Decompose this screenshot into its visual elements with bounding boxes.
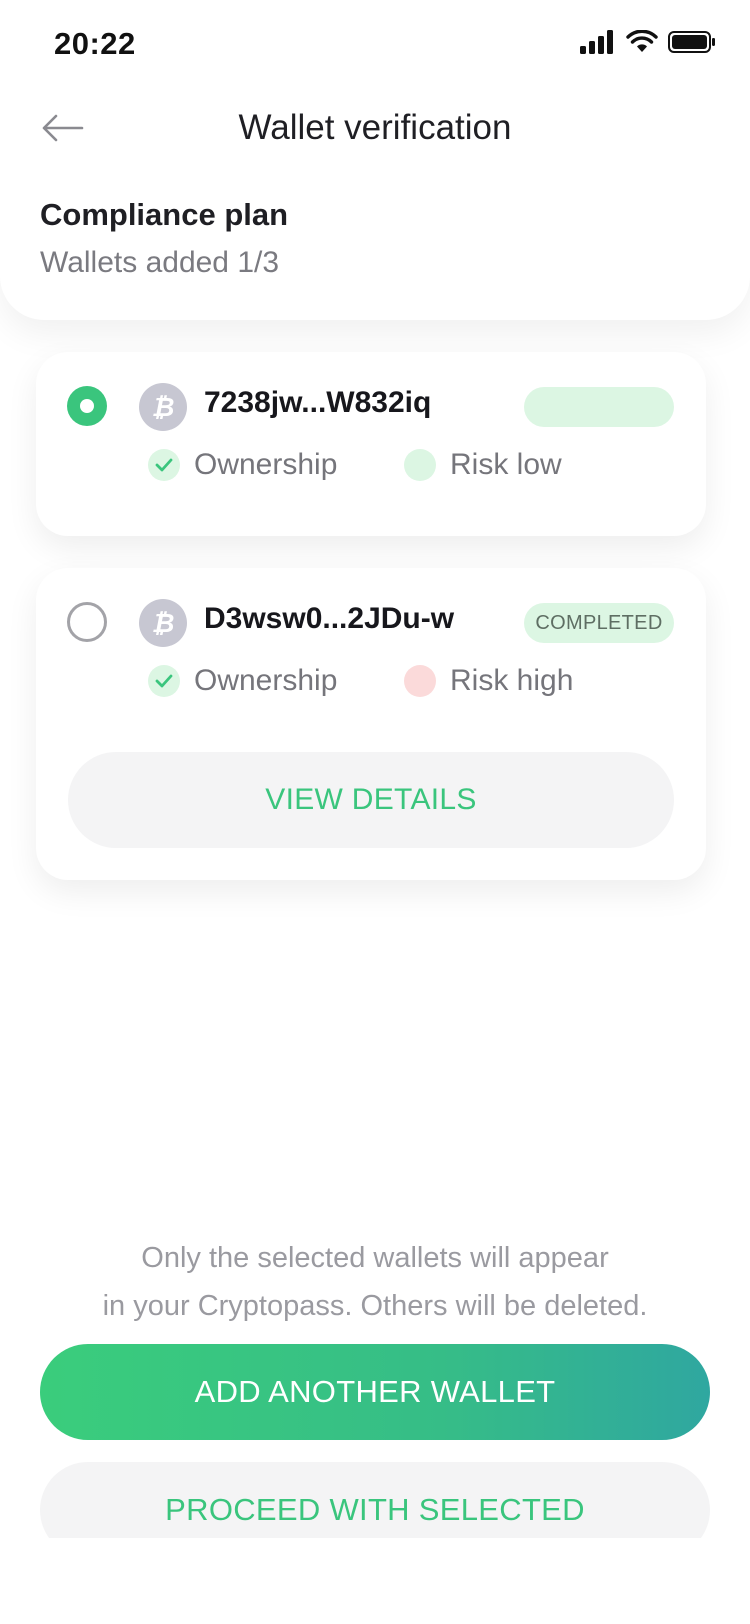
wallet-radio[interactable] <box>67 602 107 642</box>
info-text: Only the selected wallets will appear in… <box>0 1234 750 1330</box>
risk-label: Risk high <box>450 664 574 697</box>
risk-dot-icon <box>404 665 436 697</box>
verification-row: Ownership Risk low <box>36 448 706 490</box>
status-icons <box>580 30 716 54</box>
status-time: 20:22 <box>54 26 136 61</box>
risk-indicator: Risk low <box>404 448 562 482</box>
bitcoin-icon: ₿ <box>139 599 187 647</box>
secondary-button-clip: PROCEED WITH SELECTED <box>0 1462 750 1538</box>
status-badge: COMPLETED <box>524 603 674 643</box>
verification-row: Ownership Risk high <box>36 664 706 706</box>
nav-bar: Wallet verification <box>0 96 750 160</box>
wallet-radio-selected[interactable] <box>67 386 107 426</box>
status-bar: 20:22 <box>0 0 750 90</box>
wallet-card[interactable]: ₿ 7238jw...W832iq Ownership Risk low <box>36 352 706 536</box>
risk-indicator: Risk high <box>404 664 573 698</box>
cellular-signal-icon <box>580 30 613 54</box>
add-another-wallet-button[interactable]: ADD ANOTHER WALLET <box>40 1344 710 1440</box>
view-details-button[interactable]: VIEW DETAILS <box>68 752 674 848</box>
proceed-with-selected-button[interactable]: PROCEED WITH SELECTED <box>40 1462 710 1538</box>
wallet-address: 7238jw...W832iq <box>204 386 432 419</box>
check-icon <box>148 665 180 697</box>
status-badge <box>524 387 674 427</box>
bitcoin-icon: ₿ <box>139 383 187 431</box>
battery-icon <box>668 31 715 53</box>
wallet-card[interactable]: ₿ D3wsw0...2JDu-w COMPLETED Ownership Ri… <box>36 568 706 880</box>
ownership-check: Ownership <box>148 448 337 482</box>
risk-dot-icon <box>404 449 436 481</box>
info-line: Only the selected wallets will appear <box>141 1242 609 1274</box>
risk-label: Risk low <box>450 448 562 481</box>
wallet-address: D3wsw0...2JDu-w <box>204 602 455 635</box>
plan-title: Compliance plan <box>40 197 289 232</box>
wifi-icon <box>626 30 658 52</box>
ownership-check: Ownership <box>148 664 337 698</box>
ownership-label: Ownership <box>194 448 338 481</box>
page-title: Wallet verification <box>238 108 512 147</box>
plan-subtitle: Wallets added 1/3 <box>40 246 280 279</box>
info-line: in your Cryptopass. Others will be delet… <box>102 1290 648 1322</box>
check-icon <box>148 449 180 481</box>
ownership-label: Ownership <box>194 664 338 697</box>
